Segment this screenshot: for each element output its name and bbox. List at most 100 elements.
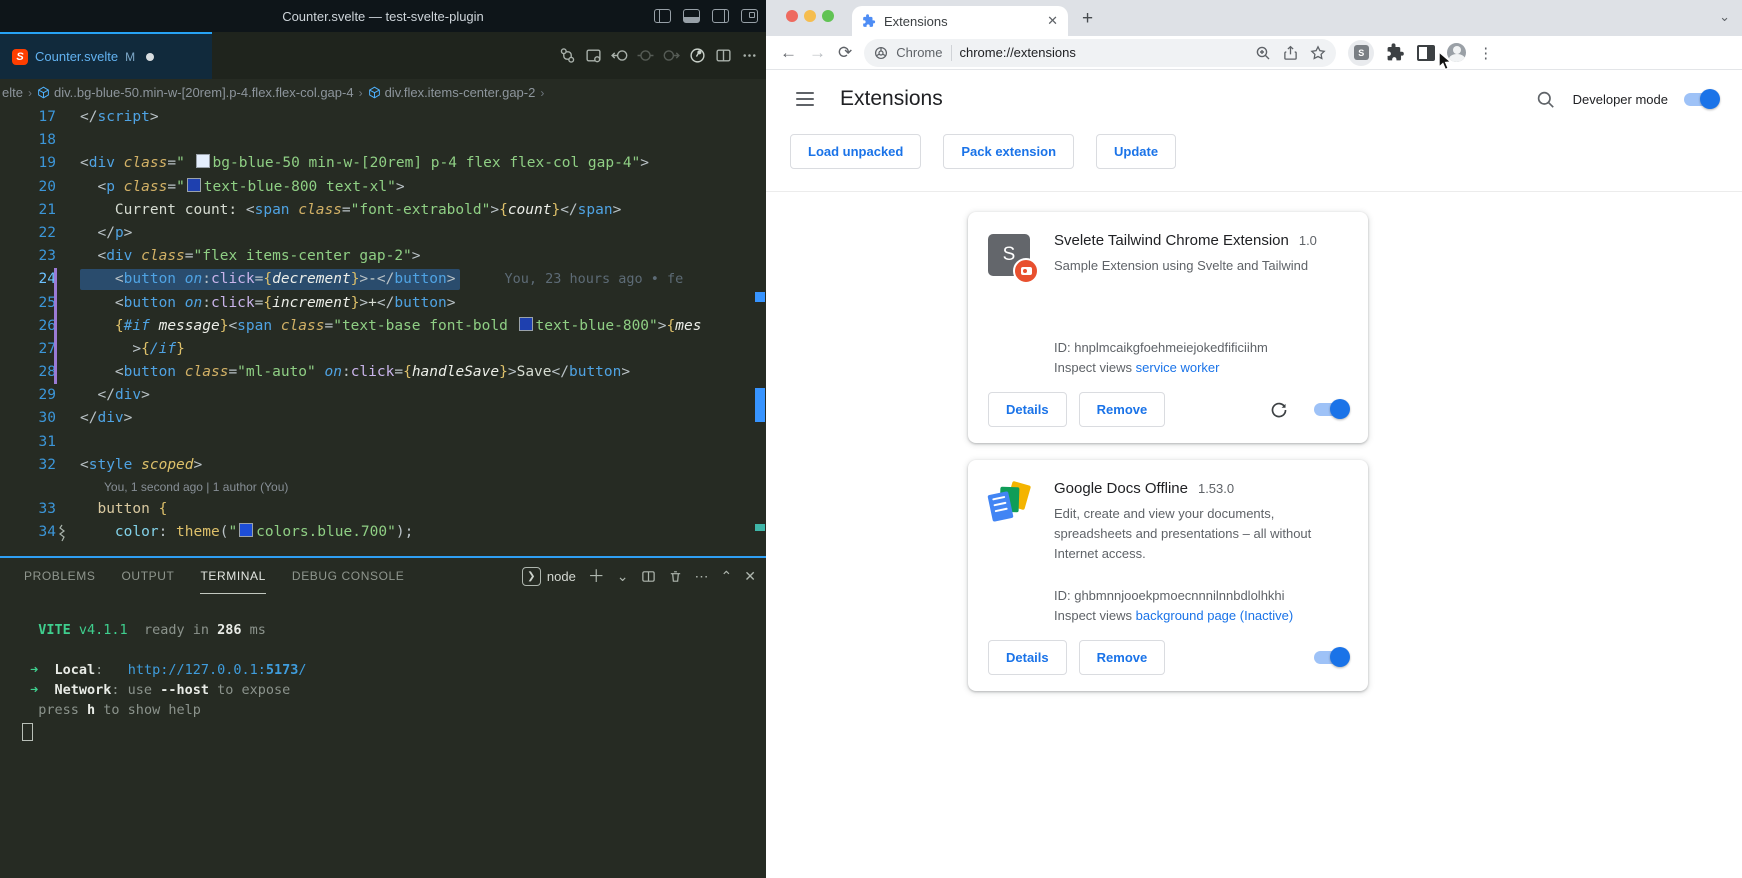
remove-button[interactable]: Remove [1079,640,1166,675]
update-button[interactable]: Update [1096,134,1176,169]
line-number[interactable]: 31 [0,431,56,454]
line-number[interactable]: 17 [0,106,56,129]
browser-tab-extensions[interactable]: Extensions ✕ [852,6,1068,36]
line-number[interactable]: 19 [0,152,56,175]
tab-close-icon[interactable]: ✕ [1047,13,1058,29]
share-icon[interactable] [1283,45,1298,61]
line-number[interactable]: 30 [0,407,56,430]
new-tab-button[interactable]: + [1082,8,1093,30]
line-number[interactable]: 28 [0,361,56,384]
code-line-19[interactable]: 19<div class=" bg-blue-50 min-w-[20rem] … [0,152,766,175]
code-line-30[interactable]: 30</div> [0,407,766,430]
code-line-18[interactable]: 18 [0,129,766,152]
line-number[interactable]: 23 [0,245,56,268]
tab-terminal[interactable]: TERMINAL [200,558,265,594]
load-unpacked-button[interactable]: Load unpacked [790,134,921,169]
code-line-32[interactable]: 32<style scoped> [0,454,766,477]
code-line-28[interactable]: 28 <button class="ml-auto" on:click={han… [0,361,766,384]
close-panel-icon[interactable]: ✕ [744,569,756,583]
pack-extension-button[interactable]: Pack extension [943,134,1074,169]
remove-button[interactable]: Remove [1079,392,1166,427]
minimize-window-button[interactable] [804,10,816,22]
extension-enabled-toggle[interactable] [1314,403,1348,416]
developer-mode-toggle[interactable] [1684,93,1718,106]
code-line-21[interactable]: 21 Current count: <span class="font-extr… [0,199,766,222]
new-terminal-icon[interactable]: ＋ [588,568,605,585]
run-preview-icon[interactable] [689,47,706,64]
line-number[interactable]: 29 [0,384,56,407]
open-preview-icon[interactable] [585,47,602,64]
code-line-23[interactable]: 23 <div class="flex items-center gap-2"> [0,245,766,268]
details-button[interactable]: Details [988,392,1067,427]
line-number[interactable]: 32 [0,454,56,477]
pinned-extension-s-button[interactable]: S [1348,40,1374,66]
code-line-27[interactable]: 27 >{/if} [0,338,766,361]
more-actions-icon[interactable] [741,47,758,64]
code-line-25[interactable]: 25 <button on:click={increment}>+</butto… [0,292,766,315]
reload-extension-icon[interactable] [1270,401,1288,419]
customize-layout-icon[interactable] [741,9,758,23]
code-line-24[interactable]: 24 <button on:click={decrement}>-</butto… [0,268,766,291]
tab-debug-console[interactable]: DEBUG CONSOLE [292,558,405,594]
side-panel-icon[interactable] [1417,45,1435,61]
tab-output[interactable]: OUTPUT [122,558,175,594]
terminal-line-3[interactable]: ➜ Network: use --host to expose [22,680,766,700]
line-number[interactable]: 22 [0,222,56,245]
terminal-line-1[interactable] [22,640,766,660]
back-button[interactable]: ← [780,43,797,63]
overview-ruler-mark[interactable] [755,388,765,422]
terminal-dropdown-icon[interactable]: ⌄ [617,569,629,583]
reload-button[interactable]: ⟳ [838,43,852,63]
line-number[interactable]: 27 [0,338,56,361]
code-editor[interactable]: 17</script>1819<div class=" bg-blue-50 m… [0,106,766,558]
url-text[interactable]: chrome://extensions [960,45,1248,60]
panel-more-icon[interactable]: ⋯ [695,569,709,583]
tab-counter-svelte[interactable]: S Counter.svelte M [0,32,212,79]
tab-search-chevron-icon[interactable]: ⌄ [1719,9,1730,25]
terminal-line-2[interactable]: ➜ Local: http://127.0.0.1:5173/ [22,660,766,680]
tab-dirty-dot[interactable] [146,53,154,61]
bookmark-star-icon[interactable] [1310,45,1326,61]
terminal-line-0[interactable]: VITE v4.1.1 ready in 286 ms [22,620,766,640]
code-line-29[interactable]: 29 </div> [0,384,766,407]
toggle-sidebar-icon[interactable] [654,9,671,23]
code-line-34[interactable]: 34 color: theme("colors.blue.700"); [0,521,766,544]
site-settings-icon[interactable] [874,46,888,60]
line-number[interactable]: 20 [0,176,56,199]
chrome-menu-icon[interactable]: ⋮ [1478,44,1493,62]
code-line-22[interactable]: 22 </p> [0,222,766,245]
line-number[interactable]: 26 [0,315,56,338]
breadcrumb-file[interactable]: elte [2,85,23,100]
navigate-back-icon[interactable] [611,47,628,64]
source-control-graph-icon[interactable] [559,47,576,64]
code-line-33[interactable]: 33 button { [0,498,766,521]
code-line-31[interactable]: 31 [0,431,766,454]
background-page-link[interactable]: background page (Inactive) [1136,608,1294,623]
close-window-button[interactable] [786,10,798,22]
toggle-secondary-sidebar-icon[interactable] [712,9,729,23]
maximize-panel-icon[interactable]: ⌃ [721,569,733,583]
terminal-line-4[interactable]: press h to show help [22,700,766,720]
split-terminal-icon[interactable] [641,569,656,584]
extensions-puzzle-icon[interactable] [1386,43,1405,62]
terminal-output[interactable]: VITE v4.1.1 ready in 286 ms ➜ Local: htt… [0,594,766,740]
kill-terminal-icon[interactable] [668,569,683,584]
menu-hamburger-icon[interactable] [796,92,814,106]
line-number[interactable]: 33 [0,498,56,521]
line-number[interactable]: 18 [0,129,56,152]
code-line-17[interactable]: 17</script> [0,106,766,129]
service-worker-link[interactable]: service worker [1136,360,1220,375]
extension-enabled-toggle[interactable] [1314,651,1348,664]
line-number[interactable]: 25 [0,292,56,315]
tab-problems[interactable]: PROBLEMS [24,558,96,594]
address-bar[interactable]: Chrome chrome://extensions [864,39,1336,67]
line-number[interactable]: 34 [0,521,56,544]
zoom-window-button[interactable] [822,10,834,22]
code-line-20[interactable]: 20 <p class="text-blue-800 text-xl"> [0,176,766,199]
line-number[interactable]: 21 [0,199,56,222]
code-line-26[interactable]: 26 {#if message}<span class="text-base f… [0,315,766,338]
details-button[interactable]: Details [988,640,1067,675]
zoom-icon[interactable] [1255,45,1271,61]
toggle-panel-icon[interactable] [683,9,700,23]
breadcrumb-div-inner[interactable]: div.flex.items-center.gap-2 [368,85,536,100]
